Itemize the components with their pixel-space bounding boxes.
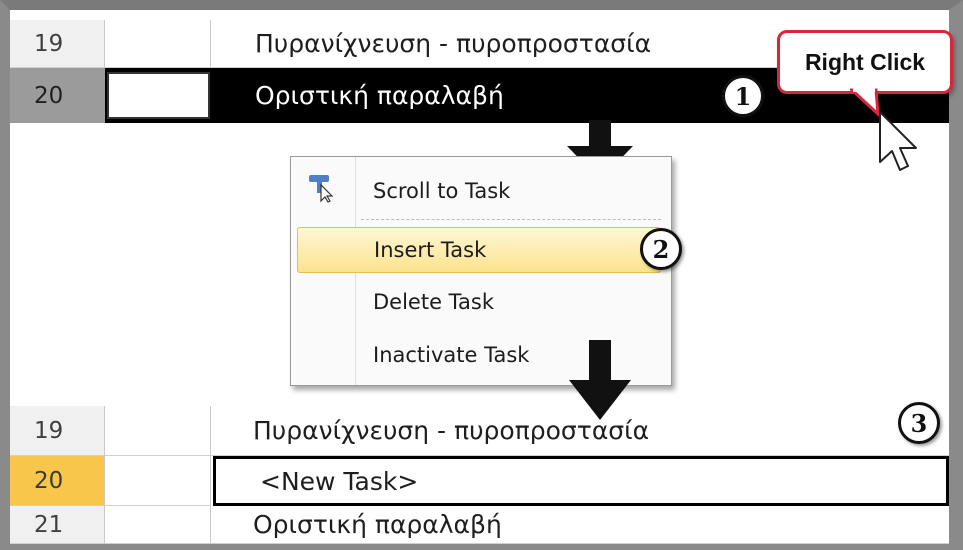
indicator-cell xyxy=(105,506,211,544)
menu-item-label: Delete Task xyxy=(373,290,494,314)
table-row[interactable]: 21 Οριστική παραλαβή xyxy=(10,506,949,544)
right-click-callout: Right Click xyxy=(777,30,953,94)
mouse-cursor-icon xyxy=(879,111,917,171)
menu-separator xyxy=(361,219,661,220)
menu-item-insert-task[interactable]: Insert Task xyxy=(297,227,661,273)
step-2-marker: 2 xyxy=(640,228,682,270)
indicator-cell xyxy=(105,20,211,68)
new-task-name-cell[interactable]: <New Task> xyxy=(213,456,949,506)
indicator-cell xyxy=(107,72,210,119)
table-row-new-task[interactable]: 20 <New Task> xyxy=(10,456,949,506)
indicator-cell xyxy=(105,456,211,506)
task-name-cell[interactable]: Οριστική παραλαβή xyxy=(211,506,949,544)
menu-item-label: Scroll to Task xyxy=(373,179,511,203)
menu-item-delete-task[interactable]: Delete Task xyxy=(297,279,661,325)
indicator-cell xyxy=(105,406,211,456)
table-row[interactable]: 19 Πυρανίχνευση - πυροπροστασία xyxy=(10,406,949,456)
row-number: 20 xyxy=(10,68,105,123)
menu-item-scroll-to-task[interactable]: Scroll to Task xyxy=(297,168,661,214)
step-3-marker: 3 xyxy=(898,402,940,444)
row-number: 20 xyxy=(10,456,105,506)
step-1-marker: 1 xyxy=(722,75,764,117)
row-number: 19 xyxy=(10,406,105,456)
menu-item-label: Insert Task xyxy=(374,238,487,262)
task-name-cell[interactable]: Πυρανίχνευση - πυροπροστασία xyxy=(211,406,949,456)
row-number: 21 xyxy=(10,506,105,544)
menu-item-label: Inactivate Task xyxy=(373,343,530,367)
row-number: 19 xyxy=(10,20,105,68)
